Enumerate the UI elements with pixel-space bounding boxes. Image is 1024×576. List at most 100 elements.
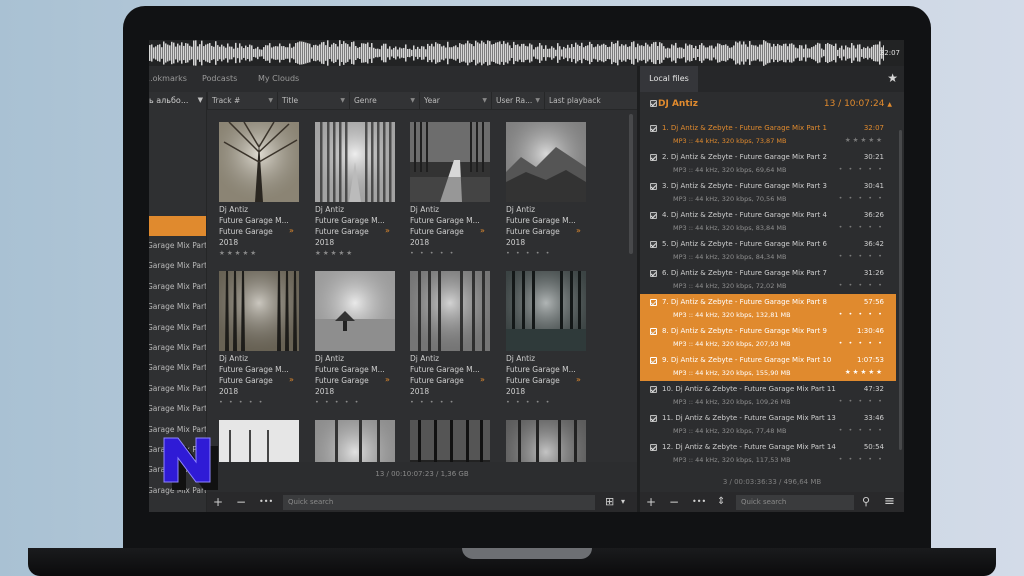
checkbox[interactable] xyxy=(650,212,657,219)
waveform-seekbar[interactable]: 32:07 xyxy=(149,40,904,66)
sidebar-item[interactable]: Garage Mix Part xyxy=(149,358,206,378)
add-button[interactable]: + xyxy=(213,493,223,511)
checkbox[interactable] xyxy=(650,357,657,364)
rating-stars[interactable]: • • • • • xyxy=(839,252,884,260)
remove-button[interactable]: − xyxy=(669,493,679,511)
rating-stars[interactable]: • • • • • xyxy=(219,398,264,406)
rating-stars[interactable]: ★★★★★ xyxy=(219,249,258,257)
checkbox[interactable] xyxy=(650,328,657,335)
rating-stars[interactable]: • • • • • xyxy=(839,223,884,231)
track-row[interactable]: 10. Dj Antiz & Zebyte - Future Garage Mi… xyxy=(640,381,896,410)
column-last-playback[interactable]: Last playback xyxy=(544,92,637,110)
playlist-scrollbar[interactable] xyxy=(899,130,902,450)
search-input[interactable]: Quick search xyxy=(283,495,595,510)
checkbox[interactable] xyxy=(650,125,657,132)
sidebar-item[interactable]: Garage Mix Part xyxy=(149,338,206,358)
menu-icon[interactable]: ≡ xyxy=(884,493,895,511)
checkbox[interactable] xyxy=(650,444,657,451)
sidebar-item-selected[interactable] xyxy=(149,216,206,236)
chevron-down-icon: ▼ xyxy=(410,97,415,104)
expand-icon[interactable]: » xyxy=(576,375,581,384)
more-button[interactable]: ••• xyxy=(259,493,273,511)
rating-stars[interactable]: • • • • • xyxy=(506,249,551,257)
more-button[interactable]: ••• xyxy=(692,493,706,511)
track-row[interactable]: 11. Dj Antiz & Zebyte - Future Garage Mi… xyxy=(640,410,896,439)
track-row[interactable]: 2. Dj Antiz & Zebyte - Future Garage Mix… xyxy=(640,149,896,178)
track-title: 12. Dj Antiz & Zebyte - Future Garage Mi… xyxy=(662,443,836,451)
remove-button[interactable]: − xyxy=(236,493,246,511)
expand-icon[interactable]: » xyxy=(576,226,581,235)
checkbox[interactable] xyxy=(650,270,657,277)
checkbox[interactable] xyxy=(650,386,657,393)
sidebar-item[interactable]: Garage Mix Part xyxy=(149,256,206,276)
checkbox[interactable] xyxy=(650,415,657,422)
track-row[interactable]: 3. Dj Antiz & Zebyte - Future Garage Mix… xyxy=(640,178,896,207)
rating-stars[interactable]: • • • • • xyxy=(839,455,884,463)
expand-icon[interactable]: » xyxy=(385,375,390,384)
right-status-bar: 3 / 00:03:36:33 / 496,64 MB xyxy=(722,478,822,486)
playlist-search-input[interactable]: Quick search xyxy=(736,495,854,510)
rating-stars[interactable]: ★★★★★ xyxy=(845,136,884,144)
rating-stars[interactable]: • • • • • xyxy=(839,281,884,289)
sidebar-item[interactable]: Garage Mix Part xyxy=(149,379,206,399)
search-icon[interactable]: ⚲ xyxy=(862,493,870,511)
column-user-rating[interactable]: User Ra... ▼ xyxy=(491,92,544,110)
checkbox[interactable] xyxy=(650,100,657,107)
sidebar-item[interactable]: Garage Mix Part xyxy=(149,297,206,317)
rating-stars[interactable]: ★★★★★ xyxy=(315,249,354,257)
checkbox[interactable] xyxy=(650,299,657,306)
chevron-down-icon[interactable]: ▾ xyxy=(621,493,625,511)
rating-stars[interactable]: • • • • • xyxy=(839,310,884,318)
expand-icon[interactable]: » xyxy=(480,226,485,235)
track-list: 1. Dj Antiz & Zebyte - Future Garage Mix… xyxy=(640,120,904,480)
tile-album: Future Garage M... xyxy=(315,216,385,225)
track-row[interactable]: 6. Dj Antiz & Zebyte - Future Garage Mix… xyxy=(640,265,896,294)
track-row[interactable]: 7. Dj Antiz & Zebyte - Future Garage Mix… xyxy=(640,294,896,323)
playlist-group-header[interactable]: DJ Antiz 13 / 10:07:24 ▲ xyxy=(640,92,904,116)
rating-stars[interactable]: • • • • • xyxy=(506,398,551,406)
tile-artist: Dj Antiz xyxy=(219,354,249,363)
add-button[interactable]: + xyxy=(646,493,656,511)
column-title[interactable]: Title ▼ xyxy=(277,92,349,110)
track-title: 6. Dj Antiz & Zebyte - Future Garage Mix… xyxy=(662,269,827,277)
column-year[interactable]: Year ▼ xyxy=(419,92,491,110)
chevron-down-icon[interactable]: ▼ xyxy=(198,96,203,104)
rating-stars[interactable]: • • • • • xyxy=(410,398,455,406)
column-track-number[interactable]: Track # ▼ xyxy=(207,92,277,110)
track-row[interactable]: 12. Dj Antiz & Zebyte - Future Garage Mi… xyxy=(640,439,896,468)
checkbox[interactable] xyxy=(650,154,657,161)
tab-local-files[interactable]: Local files xyxy=(640,66,698,92)
column-genre[interactable]: Genre ▼ xyxy=(349,92,419,110)
sort-icon[interactable]: ⇕ xyxy=(717,493,725,511)
track-row[interactable]: 5. Dj Antiz & Zebyte - Future Garage Mix… xyxy=(640,236,896,265)
sidebar-item[interactable]: Garage Mix Part xyxy=(149,236,206,256)
rating-stars[interactable]: • • • • • xyxy=(839,339,884,347)
tab-my-clouds[interactable]: My Clouds xyxy=(258,74,299,83)
checkbox[interactable] xyxy=(650,183,657,190)
rating-stars[interactable]: • • • • • xyxy=(410,249,455,257)
tab-bookmarks[interactable]: ...okmarks xyxy=(149,74,187,83)
rating-stars[interactable]: • • • • • xyxy=(839,165,884,173)
track-row[interactable]: 1. Dj Antiz & Zebyte - Future Garage Mix… xyxy=(640,120,896,149)
expand-icon[interactable]: » xyxy=(289,375,294,384)
expand-icon[interactable]: » xyxy=(480,375,485,384)
track-row[interactable]: 8. Dj Antiz & Zebyte - Future Garage Mix… xyxy=(640,323,896,352)
grid-scrollbar[interactable] xyxy=(629,114,633,254)
sidebar-item[interactable]: Garage Mix Part xyxy=(149,399,206,419)
track-row[interactable]: 4. Dj Antiz & Zebyte - Future Garage Mix… xyxy=(640,207,896,236)
grid-view-icon[interactable]: ⊞ xyxy=(605,493,614,511)
sidebar-item[interactable]: Garage Mix Part xyxy=(149,277,206,297)
rating-stars[interactable]: ★★★★★ xyxy=(845,368,884,376)
checkbox[interactable] xyxy=(650,241,657,248)
rating-stars[interactable]: • • • • • xyxy=(839,426,884,434)
expand-icon[interactable]: » xyxy=(289,226,294,235)
rating-stars[interactable]: • • • • • xyxy=(839,397,884,405)
expand-icon[interactable]: » xyxy=(385,226,390,235)
track-row[interactable]: 9. Dj Antiz & Zebyte - Future Garage Mix… xyxy=(640,352,896,381)
rating-stars[interactable]: • • • • • xyxy=(315,398,360,406)
track-duration: 30:21 xyxy=(863,153,884,161)
sidebar-item[interactable]: Garage Mix Part xyxy=(149,318,206,338)
star-icon[interactable]: ★ xyxy=(887,71,898,85)
rating-stars[interactable]: • • • • • xyxy=(839,194,884,202)
tab-podcasts[interactable]: Podcasts xyxy=(202,74,237,83)
